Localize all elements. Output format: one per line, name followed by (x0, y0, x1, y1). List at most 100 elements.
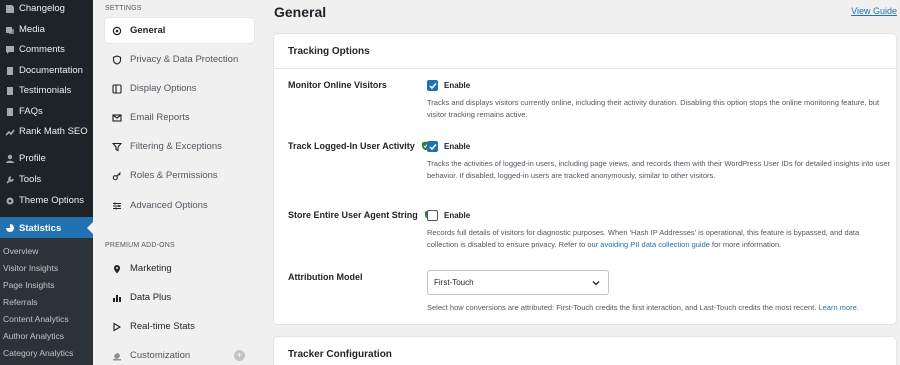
addon-item-realtime-stats[interactable]: Real-time Stats (105, 314, 254, 339)
pin-icon (108, 264, 126, 274)
menu-item-theme-options[interactable]: Theme Options (0, 190, 93, 211)
attribution-model-select[interactable]: First-Touch (427, 270, 609, 295)
submenu-item-visitor-insights[interactable]: Visitor Insights (3, 263, 58, 273)
check-icon (428, 82, 437, 89)
mail-icon (108, 113, 126, 123)
menu-item-label: FAQs (19, 106, 43, 117)
menu-item-label: Changelog (19, 3, 65, 14)
menu-item-label: Documentation (19, 65, 83, 76)
document-icon (1, 66, 19, 76)
nav-item-privacy[interactable]: Privacy & Data Protection (105, 47, 254, 72)
menu-item-documentation[interactable]: Documentation (0, 60, 93, 81)
submenu-item-overview[interactable]: Overview (3, 246, 38, 256)
layout-icon (108, 83, 126, 94)
card-title: Tracking Options (288, 46, 370, 57)
pie-chart-icon (1, 223, 19, 233)
nav-item-roles[interactable]: Roles & Permissions (105, 163, 254, 188)
addons-heading: PREMIUM ADD-ONS (105, 242, 175, 249)
menu-item-testimonials[interactable]: Testimonials (0, 80, 93, 101)
view-guide-link[interactable]: View Guide (851, 6, 897, 16)
page-title: General (274, 4, 327, 20)
addon-item-data-plus[interactable]: Data Plus (105, 285, 254, 310)
track-logged-in-label: Track Logged-In User Activity (288, 141, 430, 151)
store-user-agent-description: Records full details of visitors for dia… (427, 227, 892, 251)
nav-item-general[interactable]: General (105, 18, 254, 43)
nav-item-label: Privacy & Data Protection (130, 54, 239, 65)
dashboard-icon (1, 4, 19, 14)
plus-icon[interactable]: + (234, 350, 245, 361)
nav-item-label: Filtering & Exceptions (130, 141, 222, 152)
menu-item-faqs[interactable]: FAQs (0, 101, 93, 122)
menu-item-label: Rank Math SEO (19, 126, 88, 137)
learn-more-link[interactable]: Learn more. (818, 303, 858, 312)
play-icon (108, 322, 126, 332)
row-label-text: Attribution Model (288, 272, 363, 282)
addon-item-label: Marketing (130, 263, 172, 274)
bar-chart-icon (108, 293, 126, 303)
nav-item-filtering[interactable]: Filtering & Exceptions (105, 134, 254, 159)
gear-icon (1, 196, 19, 206)
menu-item-tools[interactable]: Tools (0, 169, 93, 190)
addon-item-marketing[interactable]: Marketing (105, 256, 254, 281)
user-icon (1, 154, 19, 164)
paint-icon (108, 351, 126, 361)
main-content: General View Guide Tracking Options Moni… (263, 0, 900, 365)
store-user-agent-label: Store Entire User Agent String (288, 210, 433, 220)
gear-icon (108, 26, 126, 36)
menu-item-label: Testimonials (19, 85, 72, 96)
nav-item-label: Roles & Permissions (130, 170, 218, 181)
settings-nav: SETTINGS General Privacy & Data Protecti… (93, 0, 263, 365)
check-icon (428, 143, 437, 150)
attribution-model-label: Attribution Model (288, 272, 362, 282)
card-divider (274, 68, 896, 69)
nav-item-advanced[interactable]: Advanced Options (105, 193, 254, 218)
menu-item-comments[interactable]: Comments (0, 39, 93, 60)
nav-item-label: Display Options (130, 83, 197, 94)
filter-icon (108, 142, 126, 152)
comments-icon (1, 45, 19, 55)
monitor-online-visitors-checkbox[interactable] (427, 80, 438, 91)
menu-item-media[interactable]: Media (0, 19, 93, 40)
submenu-item-referrals[interactable]: Referrals (3, 297, 37, 307)
tracking-options-card: Tracking Options Monitor Online Visitors… (273, 33, 897, 325)
chevron-down-icon (592, 281, 600, 286)
addon-item-customization[interactable]: Customization + (105, 343, 254, 365)
checkbox-label[interactable]: Enable (444, 142, 470, 151)
menu-item-changelog[interactable]: Changelog (0, 0, 93, 19)
submenu-item-page-insights[interactable]: Page Insights (3, 280, 55, 290)
checkbox-label[interactable]: Enable (444, 81, 470, 90)
submenu-item-content-analytics[interactable]: Content Analytics (3, 314, 69, 324)
select-value: First-Touch (434, 278, 474, 287)
store-user-agent-checkbox[interactable] (427, 210, 438, 221)
addon-item-label: Data Plus (130, 292, 172, 303)
sliders-icon (108, 201, 126, 211)
monitor-online-visitors-label: Monitor Online Visitors (288, 80, 387, 90)
monitor-online-visitors-description: Tracks and displays visitors currently o… (427, 98, 880, 119)
row-label-text: Track Logged-In User Activity (288, 141, 415, 151)
chart-icon (1, 127, 19, 137)
submenu-item-author-analytics[interactable]: Author Analytics (3, 331, 64, 341)
nav-item-display-options[interactable]: Display Options (105, 76, 254, 101)
document-icon (1, 86, 19, 96)
row-label-text: Monitor Online Visitors (288, 80, 387, 90)
settings-heading: SETTINGS (105, 5, 142, 12)
menu-item-profile[interactable]: Profile (0, 148, 93, 169)
pii-guide-link[interactable]: avoiding PII data collection guide (600, 240, 710, 249)
key-icon (108, 171, 126, 181)
attribution-model-description: Select how conversions are attributed: F… (427, 302, 897, 314)
tracker-configuration-card: Tracker Configuration (273, 336, 897, 365)
checkbox-label[interactable]: Enable (444, 211, 470, 220)
menu-item-label: Media (19, 24, 45, 35)
nav-item-label: Email Reports (130, 112, 190, 123)
shield-icon (108, 54, 126, 65)
submenu-item-category-analytics[interactable]: Category Analytics (3, 348, 73, 358)
menu-item-label: Profile (19, 153, 46, 164)
description-text: Select how conversions are attributed: F… (427, 303, 819, 312)
menu-item-statistics[interactable]: Statistics (0, 217, 93, 239)
menu-item-label: Statistics (19, 222, 62, 234)
menu-item-rank-math-seo[interactable]: Rank Math SEO (0, 121, 93, 142)
card-title: Tracker Configuration (288, 349, 392, 360)
track-logged-in-checkbox[interactable] (427, 141, 438, 152)
nav-item-email-reports[interactable]: Email Reports (105, 105, 254, 130)
addon-item-label: Real-time Stats (130, 321, 195, 332)
